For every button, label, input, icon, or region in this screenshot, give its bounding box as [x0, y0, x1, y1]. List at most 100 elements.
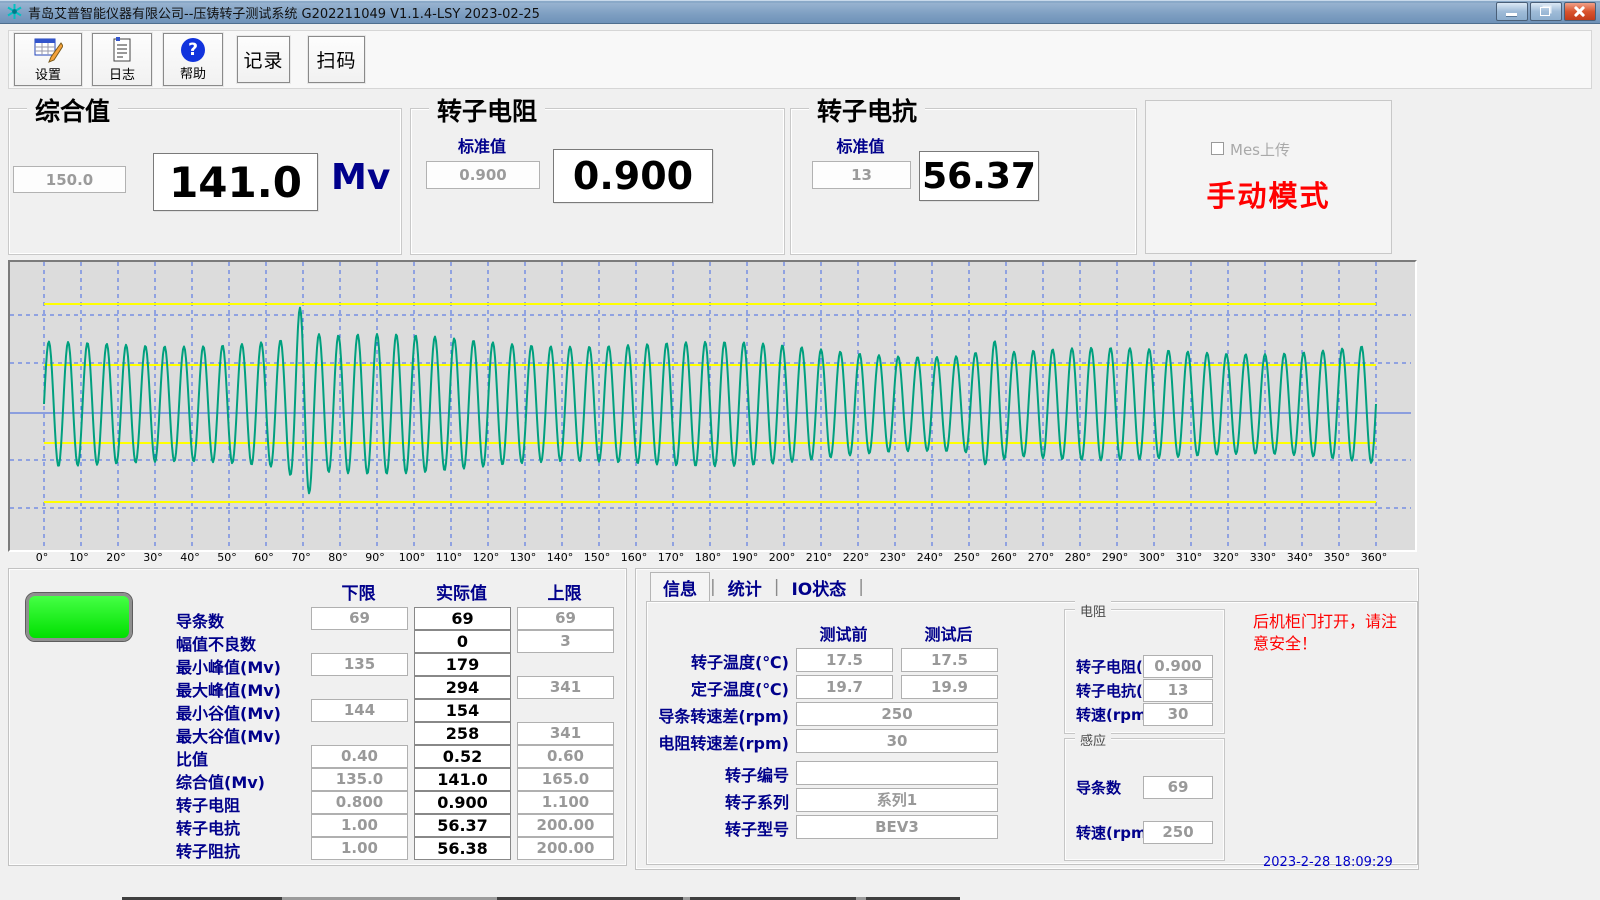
- help-icon: ?: [181, 38, 205, 62]
- settings-label: 设置: [35, 64, 61, 83]
- settings-button[interactable]: 设置: [14, 33, 82, 86]
- log-icon: [111, 37, 133, 63]
- res-speed-diff-label: 电阻转速差(rpm): [636, 730, 789, 754]
- x-tick-label: 190°: [728, 551, 762, 564]
- window-title: 青岛艾普智能仪器有限公司--压铸转子测试系统 G202211049 V1.1.4…: [28, 3, 540, 22]
- res-group-r2-field: 13: [1143, 679, 1213, 702]
- rotor-series-field[interactable]: 系列1: [796, 788, 998, 812]
- x-tick-label: 40°: [173, 551, 207, 564]
- x-tick-label: 130°: [506, 551, 540, 564]
- actual-value-header: 实际值: [414, 579, 509, 604]
- x-tick-label: 360°: [1357, 551, 1391, 564]
- minimize-button[interactable]: [1496, 2, 1528, 21]
- x-tick-label: 290°: [1098, 551, 1132, 564]
- stator-temp-before-field: 19.7: [796, 675, 893, 699]
- x-tick-label: 60°: [247, 551, 281, 564]
- row-label: 综合值(Mv): [176, 769, 265, 793]
- row-label: 最小峰值(Mv): [176, 654, 281, 678]
- record-button[interactable]: 记录: [237, 36, 290, 83]
- tab-strip: 信息 | 统计 | IO状态 |: [650, 572, 864, 602]
- x-tick-label: 160°: [617, 551, 651, 564]
- close-button[interactable]: [1564, 2, 1596, 21]
- res-speed-diff-field: 30: [796, 729, 998, 753]
- x-tick-label: 0°: [25, 551, 59, 564]
- x-tick-label: 220°: [839, 551, 873, 564]
- ind-group-r1-field: 69: [1143, 776, 1213, 799]
- actual-field: 0.52: [414, 745, 511, 768]
- rotor-no-input[interactable]: [796, 761, 998, 785]
- x-tick-label: 70°: [284, 551, 318, 564]
- upper-field: 69: [517, 607, 614, 630]
- row-label: 幅值不良数: [176, 631, 256, 655]
- lower-field: 1.00: [311, 837, 408, 860]
- x-tick-label: 150°: [580, 551, 614, 564]
- rotor-model-field[interactable]: BEV3: [796, 815, 998, 839]
- upper-field: 3: [517, 630, 614, 653]
- composite-value-display: 141.0: [153, 153, 318, 211]
- mode-panel: Mes上传 手动模式: [1145, 100, 1392, 254]
- title-bar: 青岛艾普智能仪器有限公司--压铸转子测试系统 G202211049 V1.1.4…: [0, 0, 1600, 24]
- safety-warning-text: 后机柜门打开，请注意安全！: [1253, 611, 1411, 654]
- x-tick-label: 350°: [1320, 551, 1354, 564]
- row-label: 转子阻抗: [176, 838, 240, 862]
- x-tick-label: 20°: [99, 551, 133, 564]
- x-tick-label: 30°: [136, 551, 170, 564]
- rotor-series-label: 转子系列: [636, 789, 789, 813]
- restore-button[interactable]: [1530, 2, 1562, 21]
- restore-icon: [1540, 7, 1550, 16]
- upper-field: 341: [517, 722, 614, 745]
- lower-field: 1.00: [311, 814, 408, 837]
- app-icon: [6, 3, 23, 20]
- after-test-header: 测试后: [901, 621, 996, 645]
- x-tick-label: 210°: [802, 551, 836, 564]
- lower-field: 135.0: [311, 768, 408, 791]
- x-tick-label: 270°: [1024, 551, 1058, 564]
- scan-button[interactable]: 扫码: [308, 36, 365, 83]
- scan-label: 扫码: [316, 46, 356, 73]
- x-tick-label: 180°: [691, 551, 725, 564]
- window-controls: [1496, 2, 1596, 21]
- rotor-no-label: 转子编号: [636, 762, 789, 786]
- resistance-title: 转子电阻: [429, 92, 545, 128]
- resistance-value-display: 0.900: [553, 149, 713, 203]
- actual-field: 258: [414, 722, 511, 745]
- rotor-resistance-panel: 转子电阻 标准值 0.900 0.900: [410, 108, 785, 255]
- resistance-group-title: 电阻: [1075, 601, 1111, 620]
- actual-field: 141.0: [414, 768, 511, 791]
- row-label: 最大谷值(Mv): [176, 723, 281, 747]
- reactance-title: 转子电抗: [809, 92, 925, 128]
- mes-upload-label: Mes上传: [1230, 139, 1290, 160]
- mes-upload-checkbox[interactable]: [1211, 142, 1224, 155]
- before-test-header: 测试前: [796, 621, 891, 645]
- upper-field: 1.100: [517, 791, 614, 814]
- upper-limit-header: 上限: [517, 579, 612, 604]
- actual-field: 179: [414, 653, 511, 676]
- x-tick-label: 250°: [950, 551, 984, 564]
- log-button[interactable]: 日志: [92, 33, 152, 86]
- lower-field: 0.800: [311, 791, 408, 814]
- x-tick-label: 240°: [913, 551, 947, 564]
- x-tick-label: 90°: [358, 551, 392, 564]
- x-tick-label: 110°: [432, 551, 466, 564]
- tab-info[interactable]: 信息: [650, 572, 710, 602]
- minimize-icon: [1506, 13, 1517, 16]
- upper-field: 200.00: [517, 837, 614, 860]
- rotor-reactance-panel: 转子电抗 标准值 13 56.37: [790, 108, 1137, 255]
- tab-statistics[interactable]: 统计: [716, 573, 774, 602]
- help-button[interactable]: ? 帮助: [163, 33, 223, 86]
- waveform-chart: [8, 260, 1417, 552]
- rotor-model-label: 转子型号: [636, 816, 789, 840]
- bar-speed-diff-label: 导条转速差(rpm): [636, 703, 789, 727]
- composite-standard-field: 150.0: [13, 166, 126, 193]
- reactance-value-display: 56.37: [919, 151, 1039, 201]
- lower-field: 135: [311, 653, 408, 676]
- chart-x-axis: 0°10°20°30°40°50°60°70°80°90°100°110°120…: [8, 551, 1458, 566]
- actual-field: 0: [414, 630, 511, 653]
- stator-temp-after-field: 19.9: [901, 675, 998, 699]
- ind-group-r2-label: 转速(rpm): [1076, 822, 1153, 843]
- composite-unit: Mv: [331, 157, 390, 198]
- x-tick-label: 100°: [395, 551, 429, 564]
- log-label: 日志: [109, 64, 135, 83]
- x-tick-label: 330°: [1246, 551, 1280, 564]
- tab-io-status[interactable]: IO状态: [779, 573, 858, 602]
